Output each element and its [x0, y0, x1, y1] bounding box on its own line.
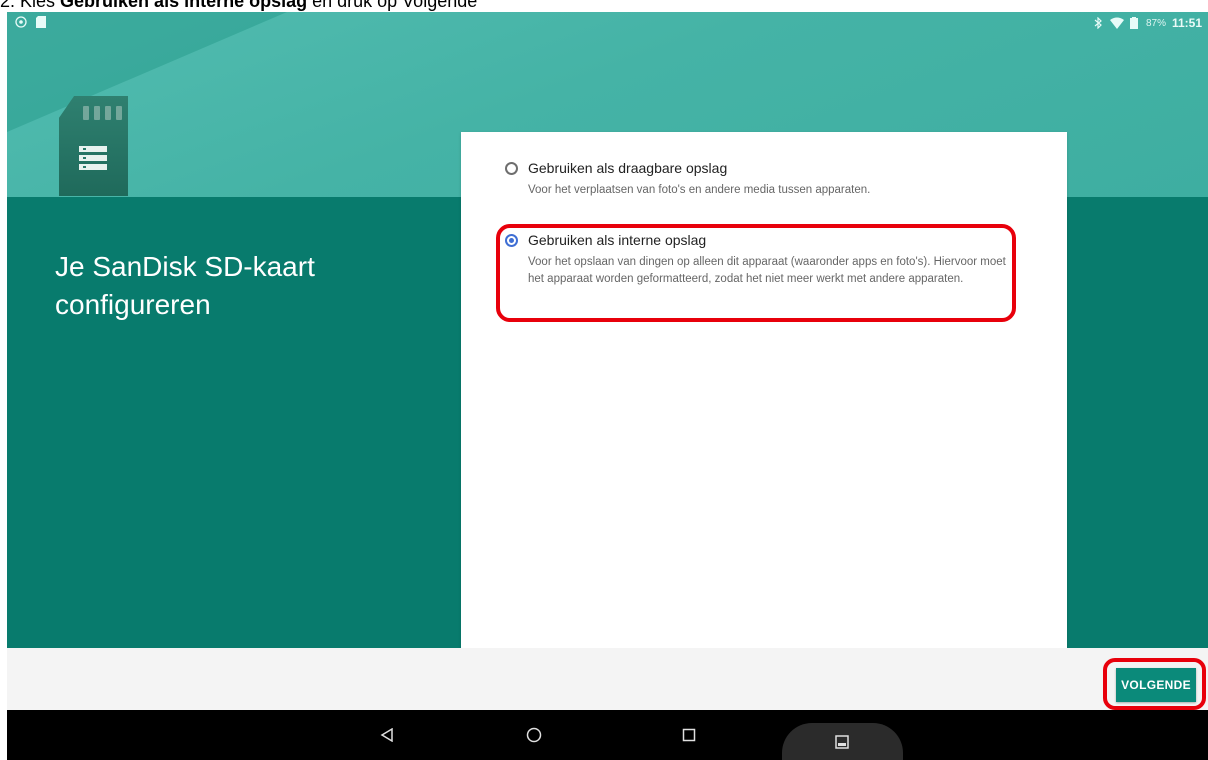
caption-suffix: en druk op Volgende [307, 0, 478, 11]
sd-card-pins [83, 106, 122, 120]
radio-portable[interactable] [505, 162, 518, 175]
option-description: Voor het verplaatsen van foto's en ander… [528, 184, 871, 196]
notification-icon [35, 16, 47, 28]
battery-icon [1128, 17, 1140, 29]
page-title-line1: Je SanDisk SD-kaart [55, 251, 315, 282]
status-right: 87% 11:51 [1092, 16, 1202, 30]
clock: 11:51 [1171, 16, 1202, 30]
android-debug-icon [15, 16, 27, 28]
storage-bar [79, 155, 107, 161]
page-title-line2: configureren [55, 289, 211, 320]
sd-pin [105, 106, 111, 120]
sd-pin [94, 106, 100, 120]
annotation-highlight-option [496, 224, 1016, 322]
back-icon[interactable] [369, 710, 405, 760]
screenshot-icon [835, 735, 849, 754]
caption-bold: Gebruiken als interne opslag [60, 0, 308, 11]
wifi-icon [1109, 17, 1124, 29]
storage-list-icon [79, 146, 107, 173]
instruction-caption: 2. Kies Gebruiken als interne opslag en … [0, 0, 477, 11]
status-bar: 87% 11:51 [7, 12, 1208, 34]
status-left [15, 16, 47, 28]
option-label: Gebruiken als draagbare opslag [528, 160, 728, 176]
action-bar [7, 648, 1208, 710]
sd-pin [116, 106, 122, 120]
battery-percent: 87% [1145, 17, 1166, 29]
storage-bar [79, 146, 107, 152]
caption-prefix: 2. Kies [0, 0, 61, 11]
sd-card-icon [59, 96, 128, 196]
home-icon[interactable] [516, 710, 552, 760]
sd-pin [83, 106, 89, 120]
navigation-bar [7, 710, 1208, 760]
recents-icon[interactable] [671, 710, 707, 760]
screenshot-button[interactable] [782, 723, 903, 760]
storage-bar [79, 164, 107, 170]
storage-options-panel: Gebruiken als draagbare opslag Voor het … [461, 132, 1067, 648]
bluetooth-icon [1092, 16, 1104, 30]
page-title: Je SanDisk SD-kaart configureren [55, 248, 435, 324]
annotation-highlight-next [1103, 658, 1206, 710]
